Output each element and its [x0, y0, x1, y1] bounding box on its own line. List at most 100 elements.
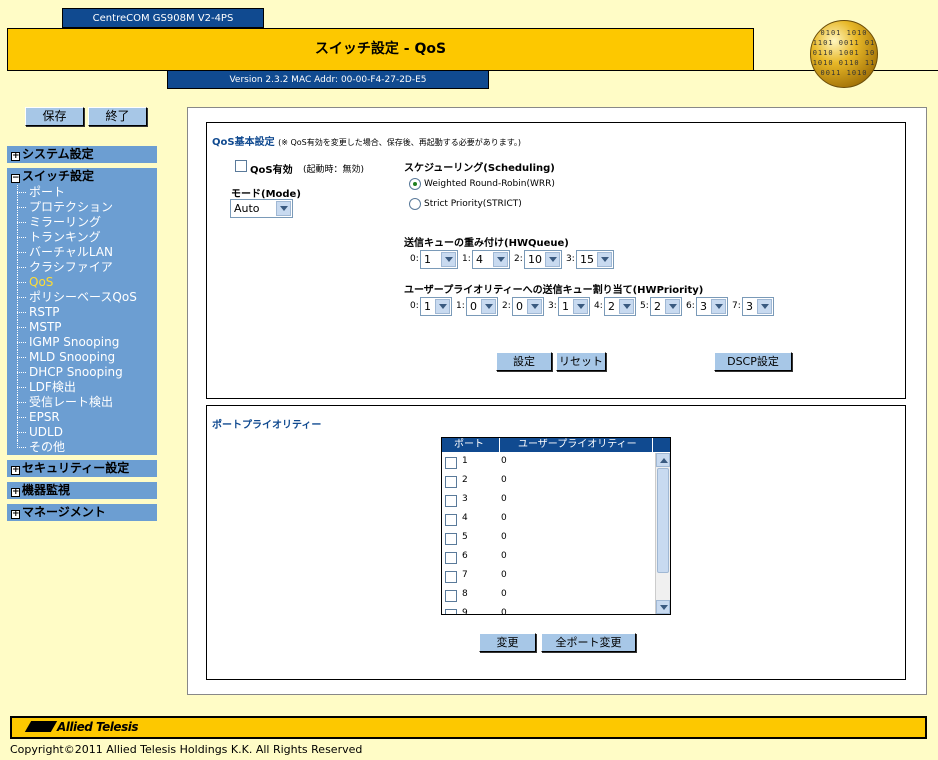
reset-button[interactable]: リセット	[556, 352, 606, 371]
chevron-down-icon	[573, 299, 588, 314]
sidebar-item[interactable]: IGMP Snooping	[7, 335, 157, 350]
sidebar-item[interactable]: クラシファイア	[7, 260, 157, 275]
chevron-down-icon	[545, 252, 560, 267]
queue-select[interactable]: 1	[420, 250, 458, 269]
nav-switch[interactable]: − スイッチ設定	[7, 168, 157, 185]
col-port: ポート	[454, 439, 484, 450]
queue-select[interactable]: 1	[558, 297, 590, 316]
set-button[interactable]: 設定	[496, 352, 552, 371]
sidebar-item[interactable]: EPSR	[7, 410, 157, 425]
queue-select[interactable]: 10	[524, 250, 562, 269]
nav-security[interactable]: + セキュリティー設定	[7, 460, 157, 477]
sidebar-item[interactable]: プロテクション	[7, 200, 157, 215]
queue-select-value: 1	[424, 253, 431, 266]
expand-icon: +	[11, 151, 20, 161]
sidebar-item[interactable]: RSTP	[7, 305, 157, 320]
sched-wrr-radio[interactable]	[409, 178, 421, 190]
hwqueue-label: 送信キューの重み付け(HWQueue)	[404, 238, 569, 249]
queue-select[interactable]: 1	[420, 297, 452, 316]
dscp-settings-button[interactable]: DSCP設定	[714, 352, 792, 371]
list-item[interactable]: 40	[445, 511, 645, 530]
page-title: スイッチ設定 - QoS	[7, 28, 754, 71]
col-divider	[652, 438, 653, 452]
chevron-down-icon	[493, 252, 508, 267]
col-user-priority: ユーザープライオリティー	[518, 439, 637, 450]
queue-index-label: 4:	[594, 301, 603, 311]
chevron-down-icon	[619, 299, 634, 314]
queue-select[interactable]: 2	[650, 297, 682, 316]
list-item[interactable]: 60	[445, 549, 645, 568]
save-button[interactable]: 保存	[25, 107, 84, 126]
qos-section-title: QoS基本設定	[212, 137, 275, 148]
sidebar-item[interactable]: その他	[7, 440, 157, 455]
queue-select-value: 2	[654, 300, 661, 313]
port-priority-title: ポートプライオリティー	[212, 420, 322, 431]
port-checkbox[interactable]	[445, 533, 457, 545]
queue-select[interactable]: 2	[604, 297, 636, 316]
list-scrollbar[interactable]	[655, 453, 670, 614]
chevron-down-icon	[481, 299, 496, 314]
expand-icon: +	[11, 487, 20, 497]
sidebar-item[interactable]: MSTP	[7, 320, 157, 335]
nav-switch-label: スイッチ設定	[22, 169, 95, 183]
port-number: 7	[462, 570, 468, 580]
queue-select[interactable]: 3	[742, 297, 774, 316]
sidebar-item[interactable]: LDF検出	[7, 380, 157, 395]
queue-index-label: 2:	[502, 301, 511, 311]
queue-select-value: 3	[746, 300, 753, 313]
sidebar-item[interactable]: トランキング	[7, 230, 157, 245]
scroll-down-icon[interactable]	[656, 600, 670, 614]
nav-system[interactable]: + システム設定	[7, 146, 157, 163]
list-item[interactable]: 30	[445, 492, 645, 511]
sidebar-item[interactable]: DHCP Snooping	[7, 365, 157, 380]
list-item[interactable]: 20	[445, 473, 645, 492]
sidebar-item[interactable]: UDLD	[7, 425, 157, 440]
scroll-up-icon[interactable]	[656, 453, 670, 467]
mode-select[interactable]: Auto	[230, 199, 293, 218]
change-button[interactable]: 変更	[479, 633, 536, 652]
scroll-thumb[interactable]	[657, 468, 669, 573]
queue-select[interactable]: 3	[696, 297, 728, 316]
queue-select[interactable]: 0	[466, 297, 498, 316]
port-checkbox[interactable]	[445, 609, 457, 614]
sidebar-item[interactable]: バーチャルLAN	[7, 245, 157, 260]
sidebar-item[interactable]: ポート	[7, 185, 157, 200]
scheduling-label: スケジューリング(Scheduling)	[404, 163, 555, 174]
mode-value: Auto	[234, 202, 260, 215]
nav-management[interactable]: + マネージメント	[7, 504, 157, 521]
sidebar-item[interactable]: ポリシーベースQoS	[7, 290, 157, 305]
sidebar-item[interactable]: 受信レート検出	[7, 395, 157, 410]
exit-button[interactable]: 終了	[88, 107, 147, 126]
chevron-down-icon	[276, 201, 291, 216]
sidebar-item[interactable]: ミラーリング	[7, 215, 157, 230]
list-item[interactable]: 50	[445, 530, 645, 549]
list-item[interactable]: 80	[445, 587, 645, 606]
qos-enable-checkbox[interactable]	[235, 160, 247, 172]
copyright: Copyright©2011 Allied Telesis Holdings K…	[10, 743, 363, 756]
expand-icon: +	[11, 465, 20, 475]
queue-select[interactable]: 0	[512, 297, 544, 316]
port-priority-list[interactable]: ポート ユーザープライオリティー 102030405060708090	[441, 437, 671, 615]
port-checkbox[interactable]	[445, 495, 457, 507]
queue-index-label: 0:	[410, 254, 419, 264]
sidebar-item[interactable]: QoS	[7, 275, 157, 290]
port-checkbox[interactable]	[445, 457, 457, 469]
queue-select[interactable]: 4	[472, 250, 510, 269]
nav-monitor[interactable]: + 機器監視	[7, 482, 157, 499]
nav-switch-group: − スイッチ設定 ポート プロテクション ミラーリング トランキング バーチャルLAN クラ…	[7, 168, 157, 455]
queue-select[interactable]: 15	[576, 250, 614, 269]
chevron-down-icon	[435, 299, 450, 314]
port-checkbox[interactable]	[445, 476, 457, 488]
sched-strict-radio[interactable]	[409, 198, 421, 210]
list-item[interactable]: 70	[445, 568, 645, 587]
port-checkbox[interactable]	[445, 552, 457, 564]
port-checkbox[interactable]	[445, 590, 457, 602]
queue-select-value: 1	[562, 300, 569, 313]
queue-index-label: 7:	[732, 301, 741, 311]
port-checkbox[interactable]	[445, 571, 457, 583]
change-all-ports-button[interactable]: 全ポート変更	[541, 633, 636, 652]
sidebar-item[interactable]: MLD Snooping	[7, 350, 157, 365]
port-checkbox[interactable]	[445, 514, 457, 526]
list-item[interactable]: 10	[445, 454, 645, 473]
list-item[interactable]: 90	[445, 606, 645, 614]
